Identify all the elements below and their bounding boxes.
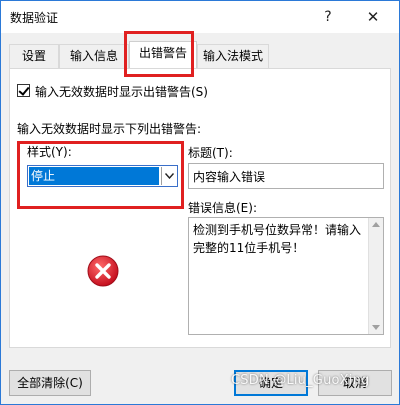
- error-message-scrollbar[interactable]: [368, 218, 383, 334]
- clear-all-button[interactable]: 全部清除(C): [9, 370, 91, 396]
- tab-input-message[interactable]: 输入信息: [59, 44, 129, 68]
- scroll-down-icon[interactable]: [372, 325, 380, 330]
- title-bar: 数据验证 ? ✕: [1, 1, 399, 33]
- data-validation-dialog: 数据验证 ? ✕ 设置 输入信息 出错警告 输入法模式 输入无效数据时显示出错警…: [0, 0, 400, 405]
- title-input[interactable]: 内容输入错误: [188, 163, 384, 189]
- title-label: 标题(T):: [188, 146, 233, 160]
- tab-settings[interactable]: 设置: [9, 44, 59, 68]
- section-label: 输入无效数据时显示下列出错警告:: [17, 122, 202, 136]
- tab-ime-mode[interactable]: 输入法模式: [197, 44, 269, 68]
- show-error-checkbox[interactable]: [17, 84, 30, 97]
- watermark: CSDN @Liu_GuoXing: [231, 373, 370, 388]
- annotation-style-highlight: [17, 141, 184, 209]
- close-button[interactable]: ✕: [358, 4, 388, 30]
- show-error-checkbox-label: 输入无效数据时显示出错警告(S): [35, 85, 208, 99]
- annotation-tab-highlight: [124, 31, 194, 77]
- error-message-label: 错误信息(E):: [188, 201, 257, 215]
- scroll-up-icon[interactable]: [372, 222, 380, 227]
- error-stop-icon: [87, 255, 119, 287]
- help-button[interactable]: ?: [315, 4, 341, 30]
- error-message-text: 检测到手机号位数异常！请输入完整的11位手机号！: [193, 223, 362, 255]
- error-message-textarea[interactable]: 检测到手机号位数异常！请输入完整的11位手机号！: [188, 217, 384, 335]
- dialog-title: 数据验证: [10, 11, 59, 25]
